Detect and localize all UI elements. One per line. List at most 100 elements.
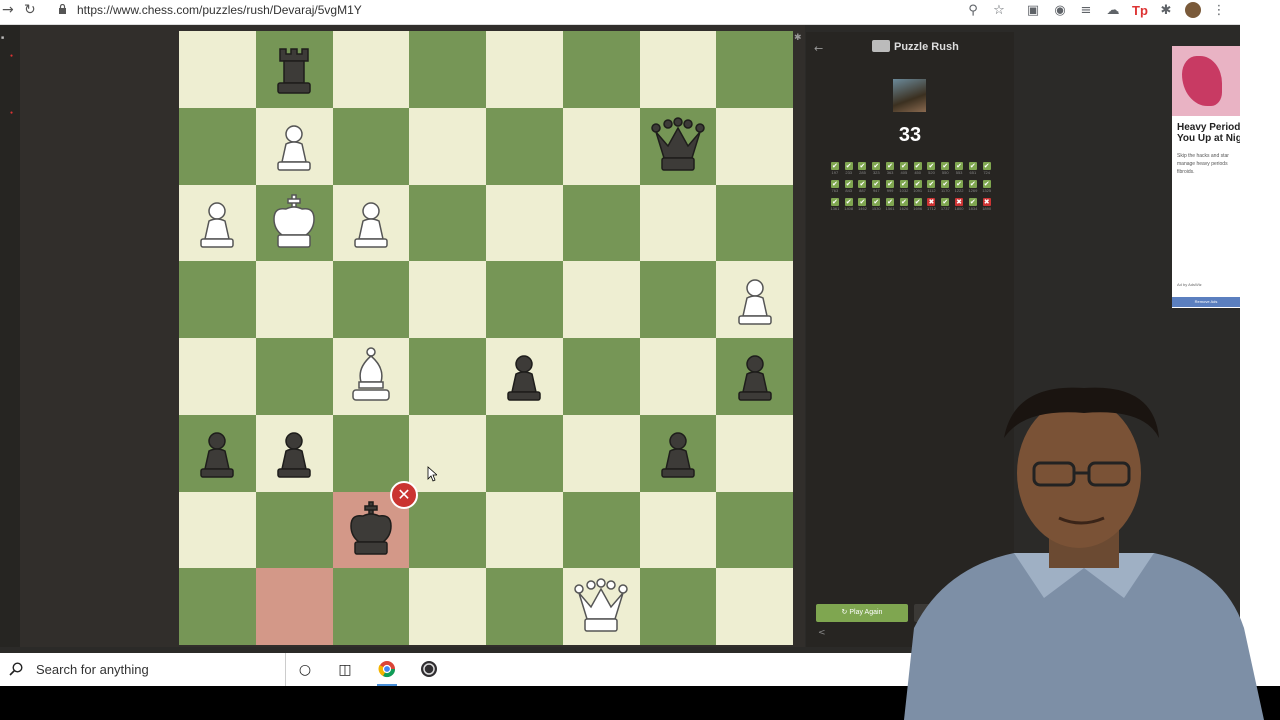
board-square[interactable] — [409, 491, 486, 569]
result-item[interactable]: ✔ 1561 — [883, 198, 897, 214]
board-square[interactable] — [409, 31, 486, 108]
menu-icon[interactable]: ⋮ — [1210, 2, 1228, 20]
star-icon[interactable]: ☆ — [990, 2, 1008, 20]
result-item[interactable]: ✔ 520 — [925, 162, 939, 178]
board-square[interactable] — [255, 568, 333, 645]
result-item[interactable]: ✔ 450 — [911, 162, 925, 178]
board-square[interactable] — [562, 31, 640, 108]
black-pawn-icon[interactable] — [492, 344, 556, 408]
board-square[interactable] — [255, 31, 333, 108]
extension-icon[interactable]: ▣ — [1024, 2, 1042, 20]
black-pawn-icon[interactable] — [185, 421, 249, 485]
board-square[interactable] — [179, 184, 256, 262]
puzzle-extension-icon[interactable]: ✱ — [1157, 2, 1175, 20]
board-square[interactable] — [639, 338, 717, 415]
sidebar-dot-icon[interactable]: ● — [10, 110, 13, 116]
board-square[interactable] — [486, 414, 563, 492]
board-square[interactable] — [716, 414, 793, 492]
board-square[interactable] — [486, 491, 563, 569]
result-item[interactable]: ✔ 1408 — [842, 198, 856, 214]
board-square[interactable] — [562, 261, 640, 338]
board-square[interactable] — [562, 184, 640, 262]
board-square[interactable] — [562, 568, 640, 645]
board-square[interactable] — [716, 107, 793, 185]
black-queen-icon[interactable] — [646, 114, 710, 178]
forward-icon[interactable]: → — [2, 2, 14, 18]
board-square[interactable] — [409, 261, 486, 338]
board-square[interactable] — [332, 261, 410, 338]
white-king-icon[interactable] — [262, 191, 326, 255]
board-square[interactable] — [486, 107, 563, 185]
advertisement[interactable]: Heavy Period You Up at Nig Skip the hacks… — [1172, 46, 1240, 308]
zoom-icon[interactable]: ⚲ — [964, 2, 982, 20]
result-item[interactable]: ✔ 553 — [952, 162, 966, 178]
address-bar[interactable]: https://www.chess.com/puzzles/rush/Devar… — [77, 3, 362, 17]
board-square[interactable] — [562, 338, 640, 415]
board-square[interactable] — [562, 491, 640, 569]
profile-avatar-icon[interactable] — [1184, 2, 1202, 20]
board-square[interactable] — [486, 184, 563, 262]
white-pawn-icon[interactable] — [723, 268, 787, 332]
board-square[interactable] — [255, 184, 333, 262]
board-square[interactable] — [255, 338, 333, 415]
board-square[interactable] — [179, 31, 256, 108]
settings-icon[interactable]: ✱ — [794, 33, 802, 43]
board-square[interactable] — [409, 184, 486, 262]
board-square[interactable] — [179, 107, 256, 185]
board-square[interactable] — [486, 261, 563, 338]
board-square[interactable] — [179, 261, 256, 338]
result-item[interactable]: ✔ 947 — [869, 180, 883, 196]
result-item[interactable]: ✔ 1462 — [856, 198, 870, 214]
board-square[interactable] — [486, 568, 563, 645]
board-square[interactable] — [716, 491, 793, 569]
share-icon[interactable]: < — [818, 628, 826, 638]
result-item[interactable]: ✔ 1112 — [925, 180, 939, 196]
result-item[interactable]: ✔ 763 — [828, 180, 842, 196]
black-pawn-icon[interactable] — [646, 421, 710, 485]
reload-icon[interactable]: ↻ — [24, 2, 36, 18]
board-square[interactable] — [486, 338, 563, 415]
result-item[interactable]: ✖ 1890 — [980, 198, 994, 214]
result-item[interactable]: ✖ 1712 — [925, 198, 939, 214]
result-item[interactable]: ✔ 1269 — [966, 180, 980, 196]
result-item[interactable]: ✔ 405 — [897, 162, 911, 178]
white-pawn-icon[interactable] — [339, 191, 403, 255]
result-item[interactable]: ✔ 1170 — [938, 180, 952, 196]
board-square[interactable] — [716, 338, 793, 415]
board-square[interactable] — [255, 491, 333, 569]
taskbar-search[interactable]: Search for anything — [0, 653, 286, 686]
board-square[interactable] — [716, 568, 793, 645]
board-square[interactable] — [179, 414, 256, 492]
result-item[interactable]: ✔ 1032 — [897, 180, 911, 196]
result-item[interactable]: ✔ 323 — [869, 162, 883, 178]
result-item[interactable]: ✔ 363 — [883, 162, 897, 178]
result-item[interactable]: ✔ 550 — [938, 162, 952, 178]
result-item[interactable]: ✔ 197 — [828, 162, 842, 178]
board-square[interactable] — [639, 107, 717, 185]
remove-ads-button[interactable]: Remove Ads — [1172, 297, 1240, 307]
tp-extension-icon[interactable]: Tp — [1131, 2, 1149, 20]
back-arrow-icon[interactable]: ← — [814, 42, 823, 55]
black-king-icon[interactable] — [339, 498, 403, 562]
board-square[interactable] — [639, 31, 717, 108]
black-pawn-icon[interactable] — [723, 344, 787, 408]
result-item[interactable]: ✔ 1091 — [911, 180, 925, 196]
board-square[interactable] — [332, 568, 410, 645]
result-item[interactable]: ✔ 233 — [842, 162, 856, 178]
board-square[interactable] — [409, 414, 486, 492]
board-square[interactable] — [639, 261, 717, 338]
result-item[interactable]: ✔ 1222 — [952, 180, 966, 196]
board-square[interactable] — [562, 107, 640, 185]
chess-board[interactable] — [179, 31, 793, 645]
task-view-icon[interactable]: ◫ — [335, 660, 355, 680]
board-square[interactable] — [255, 107, 333, 185]
result-item[interactable]: ✔ 285 — [856, 162, 870, 178]
board-square[interactable] — [409, 338, 486, 415]
result-item[interactable]: ✔ 887 — [856, 180, 870, 196]
result-item[interactable]: ✔ 1834 — [966, 198, 980, 214]
black-rook-icon[interactable] — [262, 37, 326, 101]
board-square[interactable] — [409, 107, 486, 185]
board-square[interactable] — [179, 491, 256, 569]
cloud-icon[interactable]: ☁ — [1104, 2, 1122, 20]
white-pawn-icon[interactable] — [185, 191, 249, 255]
